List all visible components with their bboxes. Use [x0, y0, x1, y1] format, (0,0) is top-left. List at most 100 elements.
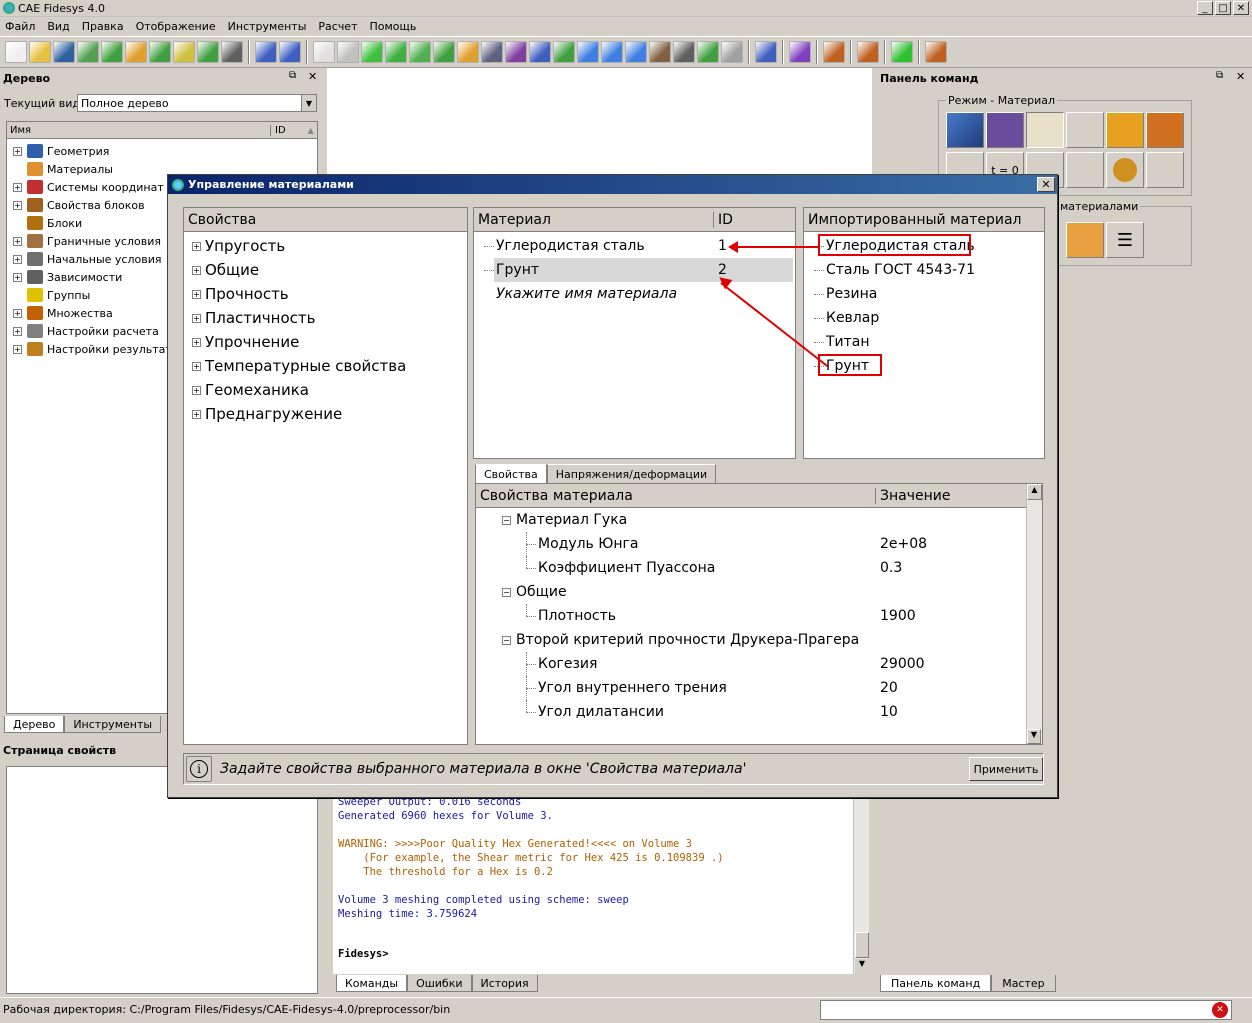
close-button[interactable]: ✕	[1233, 1, 1249, 15]
expand-icon[interactable]: +	[13, 326, 22, 336]
toolbar-button-icon[interactable]	[481, 41, 503, 63]
collapse-icon[interactable]: −	[502, 587, 511, 597]
stop-icon[interactable]: ✕	[1212, 1002, 1228, 1018]
mp-value[interactable]: 0.3	[878, 560, 902, 576]
current-view-select[interactable]: Полное дерево ▼	[77, 94, 317, 112]
imported-material-item[interactable]: Кевлар	[804, 306, 1044, 330]
maximize-button[interactable]: □	[1215, 1, 1231, 15]
left-tab[interactable]: Дерево	[4, 716, 65, 733]
mp-value-header[interactable]: Значение	[876, 488, 950, 504]
mp-group[interactable]: − Общие	[476, 580, 1042, 604]
collapse-icon[interactable]: −	[502, 515, 511, 525]
expand-icon[interactable]: +	[192, 361, 201, 371]
properties-page[interactable]	[6, 766, 318, 994]
toolbar-button-icon[interactable]	[149, 41, 171, 63]
toolbar-button-icon[interactable]	[673, 41, 695, 63]
mp-value[interactable]: 29000	[878, 656, 925, 672]
toolbar-button-icon[interactable]	[313, 41, 335, 63]
toolbar-button-icon[interactable]	[697, 41, 719, 63]
imported-materials-list[interactable]: Импортированный материал Углеродистая ст…	[803, 207, 1045, 459]
expand-icon[interactable]: +	[192, 385, 201, 395]
toolbar-button-icon[interactable]	[361, 41, 383, 63]
toolbar-button-icon[interactable]	[553, 41, 575, 63]
mp-name-header[interactable]: Свойства материала	[476, 487, 876, 504]
expand-icon[interactable]: +	[192, 337, 201, 347]
mp-value[interactable]: 2e+08	[878, 536, 927, 552]
console-prompt[interactable]: Fidesys>	[338, 948, 853, 962]
menu-item[interactable]: Файл	[5, 20, 35, 33]
toolbar-button-icon[interactable]	[433, 41, 455, 63]
toolbar-button-icon[interactable]	[409, 41, 431, 63]
toolbar-button-icon[interactable]	[649, 41, 671, 63]
console-tab[interactable]: История	[471, 975, 538, 992]
expand-icon[interactable]: +	[192, 409, 201, 419]
console-tab[interactable]: Ошибки	[407, 975, 472, 992]
blocks-mode-button[interactable]	[1106, 112, 1144, 148]
toolbar-button-icon[interactable]	[385, 41, 407, 63]
toolbar-button-icon[interactable]	[337, 41, 359, 63]
toolbar-button-icon[interactable]	[221, 41, 243, 63]
mp-row[interactable]: Модуль Юнга 2e+08	[476, 532, 1042, 556]
toolbar-button-icon[interactable]	[721, 41, 743, 63]
material-properties-table[interactable]: Свойства материала Значение − Материал Гу…	[475, 483, 1043, 745]
toolbar-button-icon[interactable]	[5, 41, 27, 63]
imported-material-item[interactable]: Сталь ГОСТ 4543-71	[804, 258, 1044, 282]
sets-mode-button[interactable]	[1146, 112, 1184, 148]
expand-icon[interactable]: +	[13, 344, 22, 354]
id-col-header[interactable]: ID	[714, 212, 733, 228]
mp-row[interactable]: Когезия 29000	[476, 652, 1042, 676]
graphics-viewport[interactable]	[327, 68, 872, 185]
float-panel-icon[interactable]: ⧉	[289, 70, 296, 81]
toolbar-button-icon[interactable]	[255, 41, 277, 63]
right-tab[interactable]: Панель команд	[880, 975, 992, 992]
expand-icon[interactable]: +	[13, 146, 22, 156]
mp-group[interactable]: − Материал Гука	[476, 508, 1042, 532]
expand-icon[interactable]: +	[13, 200, 22, 210]
command-console[interactable]: Sweeper Output: 0.016 seconds Generated 6…	[333, 790, 853, 974]
mp-group[interactable]: − Второй критерий прочности Друкера-Праге…	[476, 628, 1042, 652]
toolbar-button-icon[interactable]	[823, 41, 845, 63]
material-col-header[interactable]: Материал	[474, 211, 714, 228]
toolbar-button-icon[interactable]	[125, 41, 147, 63]
toolbar-button-icon[interactable]	[601, 41, 623, 63]
mp-row[interactable]: Плотность 1900	[476, 604, 1042, 628]
materials-table[interactable]: Материал ID Углеродистая сталь 1 Грунт 2 Ука…	[473, 207, 796, 459]
property-category[interactable]: + Температурные свойства	[184, 354, 467, 378]
geometry-mode-button[interactable]	[946, 112, 984, 148]
toolbar-button-icon[interactable]	[29, 41, 51, 63]
console-tab[interactable]: Команды	[336, 975, 408, 992]
chevron-down-icon[interactable]: ▼	[301, 95, 316, 111]
property-category[interactable]: + Пластичность	[184, 306, 467, 330]
toolbar-button-icon[interactable]	[101, 41, 123, 63]
property-category[interactable]: + Преднагружение	[184, 402, 467, 426]
toolbar-button-icon[interactable]	[529, 41, 551, 63]
material-list-button[interactable]: ☰	[1106, 222, 1144, 258]
expand-icon[interactable]: +	[192, 265, 201, 275]
mp-value[interactable]: 20	[878, 680, 898, 696]
coordinate-mode-button[interactable]	[1066, 112, 1104, 148]
material-tab[interactable]: Свойства	[475, 464, 547, 483]
tree-item[interactable]: + Геометрия	[7, 142, 317, 160]
toolbar-button-icon[interactable]	[925, 41, 947, 63]
tree-col-id[interactable]: ID	[271, 125, 286, 136]
toolbar-button-icon[interactable]	[789, 41, 811, 63]
expand-icon[interactable]: +	[192, 313, 201, 323]
apply-button[interactable]: Применить	[969, 757, 1043, 781]
expand-icon[interactable]: +	[13, 272, 22, 282]
mp-scrollbar[interactable]: ▲ ▼	[1026, 484, 1042, 744]
property-category[interactable]: + Упругость	[184, 234, 467, 258]
float-panel-icon[interactable]: ⧉	[1216, 70, 1223, 81]
menu-item[interactable]: Инструменты	[228, 20, 307, 33]
expand-icon[interactable]: +	[192, 241, 201, 251]
properties-tree[interactable]: Свойства + Упругость + Общие + Прочность + Плас…	[183, 207, 468, 745]
toolbar-button-icon[interactable]	[577, 41, 599, 63]
material-edit-button[interactable]	[1066, 222, 1104, 258]
mp-row[interactable]: Угол дилатансии 10	[476, 700, 1042, 724]
toolbar-button-icon[interactable]	[279, 41, 301, 63]
minimize-button[interactable]: _	[1197, 1, 1213, 15]
toolbar-button-icon[interactable]	[505, 41, 527, 63]
expand-icon[interactable]: +	[13, 308, 22, 318]
menu-item[interactable]: Правка	[82, 20, 124, 33]
imported-material-item[interactable]: Резина	[804, 282, 1044, 306]
toolbar-button-icon[interactable]	[53, 41, 75, 63]
